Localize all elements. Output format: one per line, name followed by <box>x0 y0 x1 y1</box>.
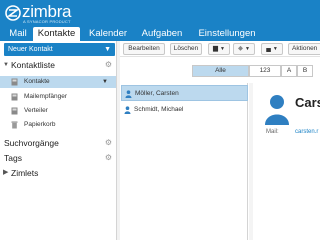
chevron-down-icon[interactable]: ▼ <box>102 76 108 88</box>
sidebar: Neuer Kontakt ▼ ▼ Kontaktliste ⚙ Kontakt… <box>0 41 117 240</box>
gear-icon[interactable]: ⚙ <box>105 59 112 71</box>
sidebar-item-label: Mailempfänger <box>24 93 67 100</box>
gear-icon[interactable]: ⚙ <box>105 137 112 149</box>
new-contact-label: Neuer Kontakt <box>8 46 53 53</box>
sidebar-item-label: Papierkorb <box>24 121 56 128</box>
printer-icon: ▄ <box>266 45 271 52</box>
searches-label: Suchvorgänge <box>4 138 59 148</box>
chevron-down-icon: ▼ <box>245 46 250 52</box>
sidebar-item-verteiler[interactable]: Verteiler <box>0 105 116 117</box>
trash-icon <box>11 121 18 129</box>
contact-name-heading: Carst <box>295 95 320 110</box>
zimbra-logo[interactable]: zimbra A SYNACOR PRODUCT <box>2 2 102 24</box>
print-button[interactable]: ▄ ▼ <box>261 43 283 55</box>
alpha-a[interactable]: A <box>281 65 297 77</box>
tag-button[interactable]: ◆ ▼ <box>233 43 255 55</box>
mail-label: Mail: <box>266 129 279 135</box>
actions-button[interactable]: Aktionen <box>288 43 320 55</box>
tags-label: Tags <box>4 153 22 163</box>
list-item[interactable]: Möller, Carsten <box>121 85 248 101</box>
tab-kalender[interactable]: Kalender <box>86 27 130 41</box>
address-book-icon <box>11 78 18 86</box>
chevron-down-icon: ▼ <box>220 46 225 52</box>
sidebar-item-kontakte[interactable]: Kontakte ▼ <box>0 76 116 88</box>
zimbra-logo-icon <box>5 5 21 21</box>
app-header: zimbra A SYNACOR PRODUCT Mail Kontakte K… <box>0 0 320 41</box>
tab-einstellungen[interactable]: Einstellungen <box>197 27 257 41</box>
expand-arrow-icon[interactable]: ▶ <box>3 167 8 179</box>
alpha-all[interactable]: Alle <box>192 65 249 77</box>
tab-aufgaben[interactable]: Aufgaben <box>140 27 184 41</box>
folder-icon: ▆ <box>213 45 219 52</box>
sidebar-item-mailempfaenger[interactable]: Mailempfänger <box>0 91 116 103</box>
sidebar-item-papierkorb[interactable]: Papierkorb <box>0 119 116 131</box>
address-book-icon <box>11 107 18 115</box>
logo-subtitle: A SYNACOR PRODUCT <box>23 19 71 24</box>
edit-button[interactable]: Bearbeiten <box>123 43 165 55</box>
zimlets-header[interactable]: ▶ Zimlets <box>0 167 117 179</box>
list-item[interactable]: Schmidt, Michael <box>121 102 248 118</box>
address-book-icon <box>11 93 18 101</box>
person-icon <box>124 106 131 114</box>
chevron-down-icon[interactable]: ▼ <box>104 43 111 56</box>
chevron-down-icon: ▼ <box>272 46 278 52</box>
contact-name: Möller, Carsten <box>135 90 179 97</box>
tag-icon: ◆ <box>238 45 244 52</box>
new-contact-button[interactable]: Neuer Kontakt ▼ <box>4 43 115 56</box>
alpha-123[interactable]: 123 <box>249 65 281 77</box>
gear-icon[interactable]: ⚙ <box>105 152 112 164</box>
collapse-arrow-icon[interactable]: ▼ <box>3 59 9 71</box>
toolbar: Bearbeiten Löschen ▆ ▼ ◆ ▼ ▄ ▼ Aktionen <box>120 41 320 57</box>
tab-kontakte[interactable]: Kontakte <box>33 27 80 41</box>
avatar-icon <box>265 95 289 125</box>
delete-button[interactable]: Löschen <box>170 43 202 55</box>
alphabet-bar: Alle 123 A B <box>192 65 320 77</box>
app-tabs: Mail Kontakte Kalender Aufgaben Einstell… <box>0 27 320 41</box>
contact-list-label: Kontaktliste <box>11 60 55 70</box>
person-icon <box>125 90 132 98</box>
move-button[interactable]: ▆ ▼ <box>208 43 230 55</box>
alpha-b[interactable]: B <box>297 65 313 77</box>
contact-list: Möller, Carsten Schmidt, Michael <box>120 83 248 240</box>
tab-mail[interactable]: Mail <box>6 27 30 41</box>
contact-list-header[interactable]: ▼ Kontaktliste ⚙ <box>0 59 117 71</box>
contact-name: Schmidt, Michael <box>134 106 184 113</box>
tags-header[interactable]: Tags ⚙ <box>0 152 117 164</box>
mail-link[interactable]: carsten.r <box>295 129 318 135</box>
zimlets-label: Zimlets <box>11 168 39 178</box>
sidebar-item-label: Kontakte <box>24 78 50 85</box>
contact-detail: Carst Mail: carsten.r <box>253 83 320 240</box>
searches-header[interactable]: Suchvorgänge ⚙ <box>0 137 117 149</box>
sidebar-item-label: Verteiler <box>24 107 48 114</box>
